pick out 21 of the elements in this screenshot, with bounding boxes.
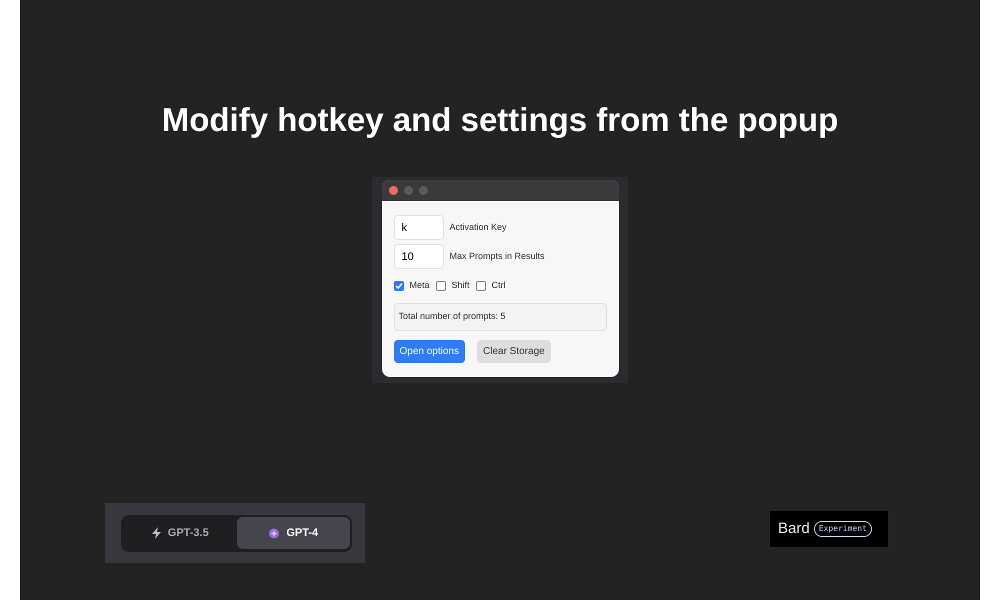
open-options-button[interactable]: Open options (394, 340, 465, 362)
checkbox[interactable] (436, 280, 446, 291)
experiment-tag: Experiment (814, 521, 872, 537)
field-label: Max Prompts in Results (450, 250, 545, 263)
field-label: Activation Key (450, 220, 507, 234)
text-field[interactable]: 10 (394, 244, 444, 269)
model-tab[interactable]: GPT-3.5 (123, 517, 236, 549)
checkbox[interactable] (394, 280, 404, 291)
checkbox[interactable] (476, 280, 486, 291)
model-tab[interactable]: GPT-4 (236, 517, 350, 549)
bard-name: Bard (778, 518, 810, 539)
text-field[interactable]: k (394, 215, 444, 240)
checkbox-label: Shift (452, 279, 470, 292)
close-button[interactable] (388, 186, 398, 195)
prompt-count: Total number of prompts: 5 (394, 302, 606, 330)
headline: Modify hotkey and settings from the popup (162, 100, 838, 140)
lightning-icon (150, 527, 162, 539)
checkbox-label: Meta (410, 279, 430, 292)
clear-storage-button[interactable]: Clear Storage (477, 340, 551, 362)
sparkle-icon (268, 527, 280, 539)
checkbox-label: Ctrl (492, 279, 506, 292)
